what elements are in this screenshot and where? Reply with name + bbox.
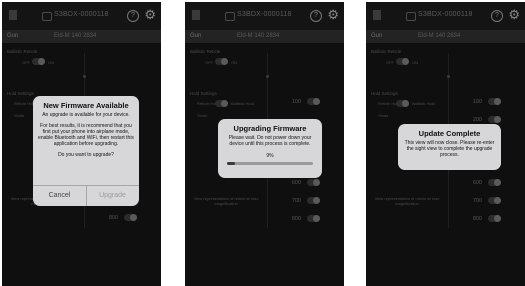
divider-dot — [266, 75, 269, 78]
hold-settings-label: Hold Settings — [7, 91, 34, 96]
off-label: OFF — [386, 60, 394, 65]
dialog-body: This view will now close. Please re-ente… — [404, 140, 495, 158]
gun-label: Gun — [7, 33, 19, 39]
gun-value: Eld-M 140 2834 — [54, 33, 97, 39]
range-value: 600 — [472, 180, 482, 186]
divider-dot — [447, 75, 450, 78]
range-toggle[interactable] — [488, 215, 501, 222]
progress-bar — [227, 162, 313, 165]
gun-label: Gun — [190, 33, 202, 39]
range-toggle[interactable] — [488, 116, 501, 123]
ballistic-hold-label: Ballistic Hold — [231, 101, 254, 106]
ballistic-reticle-label: Ballistic Reticle — [7, 49, 38, 54]
top-bar: S3BDX-0000118 ? ⚙ — [366, 2, 525, 30]
yards-label: Yards — [197, 113, 208, 118]
off-label: OFF — [205, 60, 213, 65]
range-value: 100 — [472, 99, 482, 105]
progress-percent: 9% — [266, 153, 274, 159]
range-toggle[interactable] — [488, 98, 501, 105]
dialog-title: New Firmware Available — [43, 101, 129, 110]
hold-settings-label: Hold Settings — [190, 91, 217, 96]
gun-value: Eld-M 140 2834 — [418, 33, 461, 39]
ballistic-hold-label: Ballistic Hold — [412, 101, 435, 106]
gear-icon[interactable]: ⚙ — [327, 8, 339, 21]
dialog-title: Upgrading Firmware — [233, 124, 307, 133]
dialog-subtitle: An upgrade is available for your device. — [42, 112, 130, 118]
help-icon[interactable]: ? — [127, 10, 139, 22]
range-toggle[interactable] — [307, 179, 320, 186]
top-bar: S3BDX-0000118 ? ⚙ — [2, 2, 161, 30]
gun-row[interactable]: Gun Eld-M 140 2834 — [185, 30, 344, 43]
range-value: 800 — [472, 216, 482, 222]
back-icon[interactable] — [9, 10, 17, 20]
dialog-body: Please wait. Do not power down your devi… — [228, 135, 312, 147]
range-value: 700 — [472, 198, 482, 204]
device-icon — [225, 12, 235, 21]
ballistic-reticle-toggle[interactable] — [32, 58, 45, 65]
back-icon[interactable] — [192, 10, 200, 20]
range-toggle[interactable] — [488, 197, 501, 204]
hold-toggle[interactable] — [396, 100, 409, 107]
range-toggle[interactable] — [488, 179, 501, 186]
range-value: 800 — [291, 216, 301, 222]
ballistic-reticle-label: Ballistic Reticle — [190, 49, 221, 54]
device-title: S3BDX-0000118 — [418, 11, 473, 18]
gear-icon[interactable]: ⚙ — [144, 8, 156, 21]
on-label: ON — [412, 60, 418, 65]
gun-row[interactable]: Gun Eld-M 140 2834 — [2, 30, 161, 43]
on-label: ON — [231, 60, 237, 65]
hold-toggle[interactable] — [215, 100, 228, 107]
ballistic-reticle-label: Ballistic Reticle — [371, 49, 402, 54]
on-label: ON — [48, 60, 54, 65]
dialog-question: Do you want to upgrade? — [58, 152, 114, 158]
range-toggle[interactable] — [124, 214, 137, 221]
ballistic-reticle-toggle[interactable] — [215, 58, 228, 65]
gun-label: Gun — [371, 33, 383, 39]
device-icon — [406, 12, 416, 21]
progress-fill — [227, 162, 235, 165]
help-icon[interactable]: ? — [491, 10, 503, 22]
gun-row[interactable]: Gun Eld-M 140 2834 — [366, 30, 525, 43]
yards-label: Yards — [14, 113, 25, 118]
update-complete-dialog: Update Complete This view will now close… — [398, 124, 501, 170]
range-value: 800 — [108, 215, 118, 221]
new-firmware-dialog: New Firmware Available An upgrade is ava… — [33, 96, 139, 206]
range-value: 700 — [291, 198, 301, 204]
ballistic-reticle-toggle[interactable] — [396, 58, 409, 65]
yards-label: Yards — [378, 113, 389, 118]
range-toggle[interactable] — [307, 98, 320, 105]
device-title: S3BDX-0000118 — [237, 11, 292, 18]
device-title: S3BDX-0000118 — [54, 11, 109, 18]
device-icon — [42, 12, 52, 21]
cancel-button[interactable]: Cancel — [33, 186, 87, 206]
dialog-title: Update Complete — [418, 129, 481, 138]
divider-dot — [83, 75, 86, 78]
upgrade-button[interactable]: Upgrade — [86, 186, 139, 206]
range-value: 200 — [472, 117, 482, 123]
top-bar: S3BDX-0000118 ? ⚙ — [185, 2, 344, 30]
dialog-body: For best results, it is recommend that y… — [38, 123, 134, 147]
hold-settings-label: Hold Settings — [371, 91, 398, 96]
gun-value: Eld-M 140 2834 — [237, 33, 280, 39]
gear-icon[interactable]: ⚙ — [508, 8, 520, 21]
help-icon[interactable]: ? — [310, 10, 322, 22]
range-toggle[interactable] — [307, 215, 320, 222]
view-representation-text[interactable]: View representation of reticle at max ma… — [374, 196, 440, 206]
back-icon[interactable] — [373, 10, 381, 20]
view-representation-text[interactable]: View representation of reticle at max ma… — [193, 196, 259, 206]
range-toggle[interactable] — [307, 197, 320, 204]
dialog-button-bar: Cancel Upgrade — [33, 185, 139, 206]
upgrading-firmware-dialog: Upgrading Firmware Please wait. Do not p… — [218, 119, 322, 178]
range-value: 600 — [291, 180, 301, 186]
range-value: 100 — [291, 99, 301, 105]
off-label: OFF — [22, 60, 30, 65]
